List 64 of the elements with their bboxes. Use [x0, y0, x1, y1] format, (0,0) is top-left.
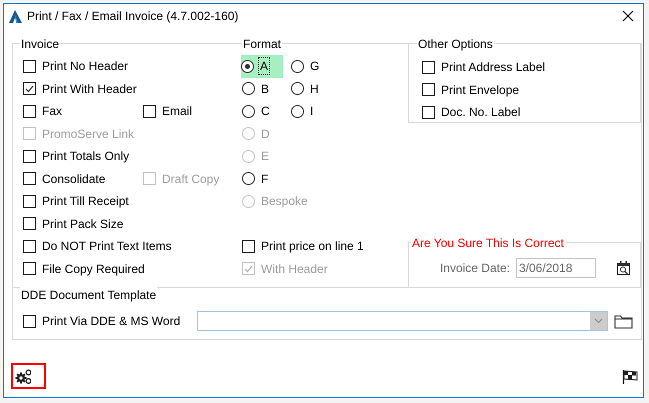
radio-label[interactable]: H [309, 80, 320, 97]
checkbox[interactable] [23, 82, 36, 96]
checkbox-label: Draft Copy [161, 170, 220, 187]
checkbox-label[interactable]: Consolidate [41, 170, 106, 187]
group-title: DDE Document Template [20, 287, 158, 303]
checkbox-label[interactable]: Print Address Label [440, 59, 546, 76]
gears-icon [15, 368, 31, 384]
close-icon[interactable] [622, 10, 634, 22]
checkbox-label[interactable]: File Copy Required [41, 260, 146, 277]
radio-button[interactable] [242, 104, 255, 118]
checkbox-label[interactable]: Print Till Receipt [41, 193, 130, 210]
checkbox-label[interactable]: Print price on line 1 [260, 238, 365, 254]
field-label: Invoice Date: [440, 261, 510, 275]
browse-button[interactable] [614, 313, 633, 329]
checkbox[interactable] [242, 240, 255, 253]
calendar-search-icon[interactable] [616, 260, 631, 276]
checkbox[interactable] [23, 194, 36, 208]
radio-label: E [260, 148, 270, 164]
checkbox-label[interactable]: Do NOT Print Text Items [41, 238, 173, 254]
radio-label: D [260, 126, 271, 142]
checkbox-label: PromoServe Link [41, 126, 136, 142]
checkbox[interactable] [23, 104, 36, 118]
checkbox[interactable] [422, 60, 435, 74]
radio-button[interactable] [242, 82, 255, 96]
radio-label: Bespoke [260, 193, 309, 210]
radio-label[interactable]: I [309, 103, 314, 120]
radio-button[interactable] [291, 60, 304, 73]
radio-button[interactable] [242, 172, 255, 186]
radio-label[interactable]: B [260, 80, 270, 97]
checkbox[interactable] [23, 60, 36, 73]
radio-button[interactable] [291, 82, 304, 96]
checkbox[interactable] [23, 217, 36, 230]
checkbox-label[interactable]: Print With Header [41, 80, 138, 97]
folder-icon [614, 313, 633, 329]
radio-button[interactable] [291, 104, 304, 118]
checkbox[interactable] [23, 150, 36, 163]
checkbox-label[interactable]: Print Pack Size [41, 216, 124, 232]
checkered-flag-icon [622, 369, 638, 385]
radio-label[interactable]: G [309, 58, 320, 74]
checkbox[interactable] [23, 262, 36, 276]
checkbox-label[interactable]: Print Envelope [440, 82, 520, 98]
checkbox-label[interactable]: Print Totals Only [41, 148, 130, 164]
checkbox-label: With Header [260, 260, 329, 277]
group-title: Other Options [417, 36, 494, 52]
finish-button[interactable] [622, 369, 638, 385]
checkbox[interactable] [422, 83, 435, 96]
radio-label[interactable]: C [260, 103, 271, 120]
checkbox-label[interactable]: Doc. No. Label [440, 104, 522, 120]
app-logo-icon [9, 10, 22, 22]
checkbox-label[interactable]: Print No Header [41, 58, 130, 74]
checkbox[interactable] [143, 104, 156, 118]
checkbox[interactable] [23, 172, 36, 186]
checkbox-label[interactable]: Print Via DDE & MS Word [41, 313, 182, 329]
checkbox-label[interactable]: Email [161, 103, 194, 120]
checkbox[interactable] [23, 240, 36, 253]
settings-button[interactable] [11, 363, 46, 389]
checkbox[interactable] [422, 106, 435, 119]
window-title: Print / Fax / Email Invoice (4.7.002-160) [27, 9, 240, 23]
date-field[interactable]: 3/06/2018 [516, 258, 596, 278]
radio-label[interactable]: A [259, 58, 270, 74]
radio-button[interactable] [241, 60, 254, 73]
checkbox[interactable] [23, 314, 36, 328]
radio-label[interactable]: F [260, 170, 270, 187]
checkbox-label[interactable]: Fax [41, 103, 64, 120]
